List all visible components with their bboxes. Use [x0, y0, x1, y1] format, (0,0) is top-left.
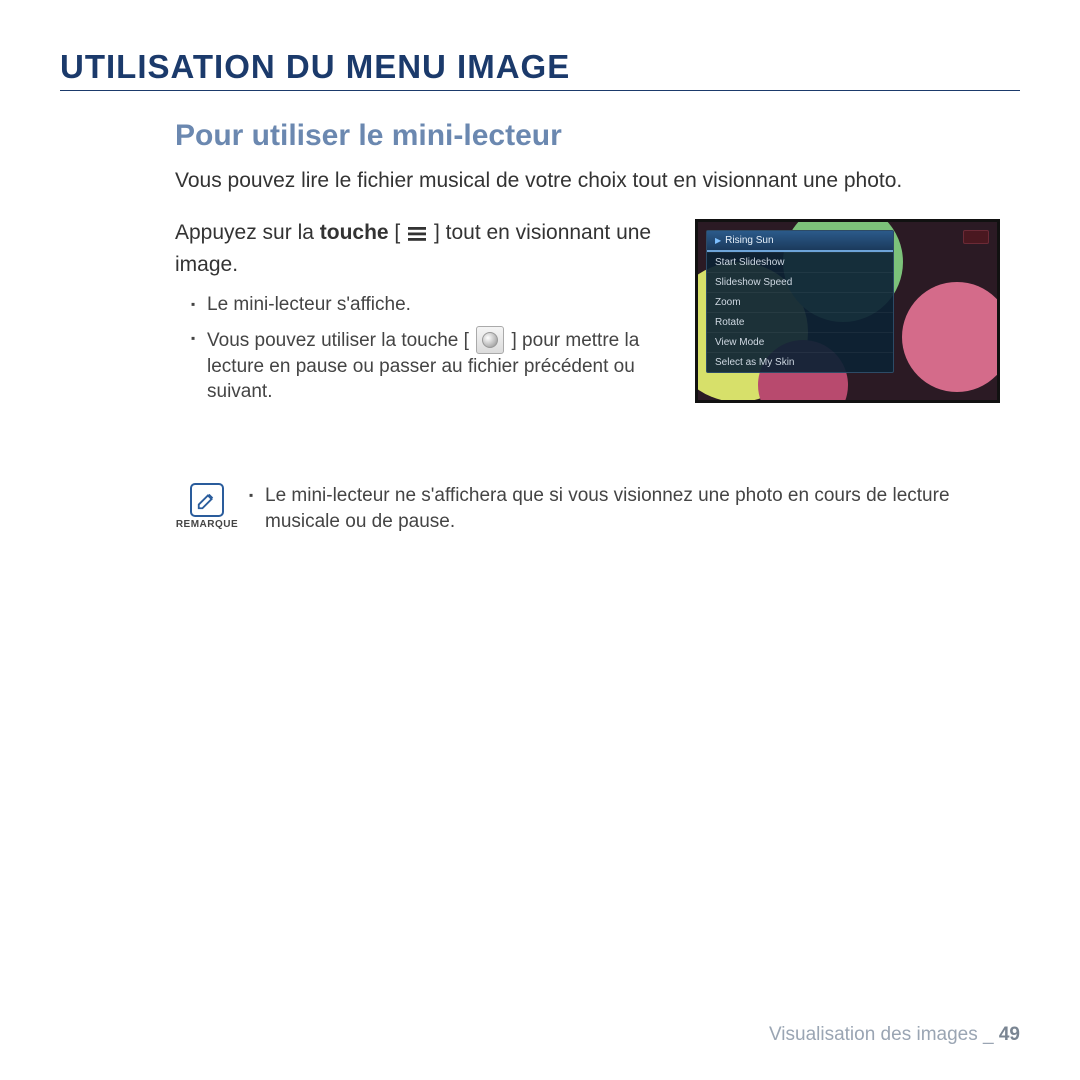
page-footer: Visualisation des images _ 49: [769, 1024, 1020, 1046]
overlay-menu-header: ▶ Rising Sun: [707, 231, 893, 252]
overlay-menu-item: Select as My Skin: [707, 352, 893, 372]
note-block: REMARQUE Le mini-lecteur ne s'affichera …: [175, 483, 1000, 534]
note-label-wrap: REMARQUE: [175, 483, 239, 530]
screen-tag: [963, 230, 989, 244]
overlay-menu-item: Slideshow Speed: [707, 272, 893, 292]
intro-text: Vous pouvez lire le fichier musical de v…: [175, 167, 1000, 195]
device-screenshot: ▶ Rising Sun Start Slideshow Slideshow Sp…: [695, 219, 1000, 403]
footer-sep: _: [978, 1024, 999, 1045]
overlay-menu-title: Rising Sun: [725, 235, 773, 246]
section-subtitle: Pour utiliser le mini-lecteur: [175, 119, 1000, 153]
note-bullet: Le mini-lecteur ne s'affichera que si vo…: [249, 483, 1000, 534]
bg-shape: [902, 282, 1000, 392]
overlay-menu-item: Rotate: [707, 312, 893, 332]
bracket-close: ]: [428, 221, 446, 244]
overlay-menu: ▶ Rising Sun Start Slideshow Slideshow Sp…: [706, 230, 894, 373]
note-label: REMARQUE: [176, 519, 238, 530]
page-title: UTILISATION DU MENU IMAGE: [60, 48, 1020, 91]
list-item: Vous pouvez utiliser la touche [ ] pour …: [191, 326, 677, 405]
step-instruction: Appuyez sur la touche [ ] tout en vision…: [175, 219, 677, 278]
footer-page: 49: [999, 1024, 1020, 1045]
bullet-list: Le mini-lecteur s'affiche. Vous pouvez u…: [175, 278, 677, 405]
footer-section: Visualisation des images: [769, 1024, 978, 1045]
bullet-pre: Vous pouvez utiliser la touche [: [207, 330, 474, 351]
overlay-menu-item: Zoom: [707, 292, 893, 312]
bracket-open: [: [389, 221, 407, 244]
trackball-icon: [476, 326, 504, 354]
menu-icon: [406, 223, 428, 250]
list-item: Le mini-lecteur s'affiche.: [191, 292, 677, 318]
note-text: Le mini-lecteur ne s'affichera que si vo…: [249, 483, 1000, 534]
note-pencil-icon: [190, 483, 224, 517]
overlay-menu-item: Start Slideshow: [707, 252, 893, 272]
overlay-menu-item: View Mode: [707, 332, 893, 352]
play-triangle-icon: ▶: [715, 236, 721, 245]
step-prefix: Appuyez sur la: [175, 221, 320, 244]
step-bold: touche: [320, 221, 389, 244]
